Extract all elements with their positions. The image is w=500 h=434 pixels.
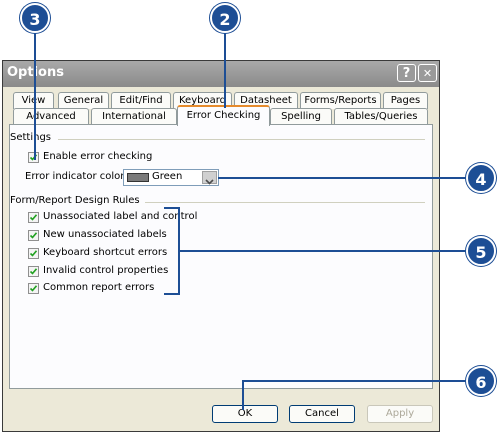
rule-checkbox[interactable] [28, 266, 39, 277]
callout-6: 6 [466, 366, 496, 396]
callout-2-leader [224, 30, 226, 108]
callout-5-bracket-top [164, 207, 180, 209]
chevron-down-icon [205, 179, 214, 185]
error-indicator-color-label: Error indicator color: [25, 171, 128, 182]
checkmark-icon [29, 285, 38, 292]
callout-5: 5 [466, 236, 496, 266]
help-button[interactable]: ? [397, 64, 416, 82]
tab-international[interactable]: International [91, 108, 177, 125]
callout-3: 3 [20, 3, 50, 33]
ok-button[interactable]: OK [212, 405, 278, 423]
tab-spelling[interactable]: Spelling [270, 108, 332, 125]
rule-checkbox[interactable] [28, 230, 39, 241]
callout-4-leader [218, 177, 466, 179]
tab-tables-queries[interactable]: Tables/Queries [334, 108, 428, 125]
rule-checkbox[interactable] [28, 283, 39, 294]
checkmark-icon [29, 268, 38, 275]
callout-6-leader [242, 380, 466, 382]
design-rules-divider [145, 202, 425, 203]
tab-edit-find[interactable]: Edit/Find [111, 92, 171, 109]
settings-divider [58, 139, 425, 140]
options-dialog: Options ? ✕ View General Edit/Find Keybo… [2, 60, 440, 432]
cancel-button[interactable]: Cancel [289, 405, 355, 423]
tab-error-checking[interactable]: Error Checking [177, 105, 270, 126]
apply-button[interactable]: Apply [367, 405, 433, 423]
callout-4: 4 [466, 163, 496, 193]
tab-advanced[interactable]: Advanced [13, 108, 89, 125]
close-button[interactable]: ✕ [418, 64, 437, 82]
tab-pages[interactable]: Pages [383, 92, 428, 109]
rule-checkbox[interactable] [28, 248, 39, 259]
checkmark-icon [29, 250, 38, 257]
tab-general[interactable]: General [58, 92, 109, 109]
dropdown-button[interactable] [202, 171, 217, 185]
color-swatch [127, 173, 149, 182]
settings-group-label: Settings [10, 132, 52, 143]
callout-3-leader [34, 30, 36, 160]
checkmark-icon [29, 232, 38, 239]
enable-error-checking-label: Enable error checking [43, 151, 153, 162]
design-rules-group-label: Form/Report Design Rules [10, 195, 140, 206]
callout-6-leader-down [242, 380, 244, 410]
error-indicator-color-select[interactable]: Green [123, 169, 219, 186]
callout-2: 2 [210, 3, 240, 33]
tab-forms-reports[interactable]: Forms/Reports [300, 92, 381, 109]
title-bar[interactable]: Options ? ✕ [3, 61, 439, 87]
callout-5-leader [180, 250, 466, 252]
checkmark-icon [29, 214, 38, 221]
callout-5-bracket-bottom [164, 293, 180, 295]
rule-label: Common report errors [43, 282, 155, 293]
rule-label: Invalid control properties [43, 265, 169, 276]
color-select-value: Green [152, 171, 183, 182]
rule-label: Keyboard shortcut errors [43, 247, 168, 258]
rule-checkbox[interactable] [28, 212, 39, 223]
rule-label: New unassociated labels [43, 229, 167, 240]
rule-label: Unassociated label and control [43, 211, 198, 222]
